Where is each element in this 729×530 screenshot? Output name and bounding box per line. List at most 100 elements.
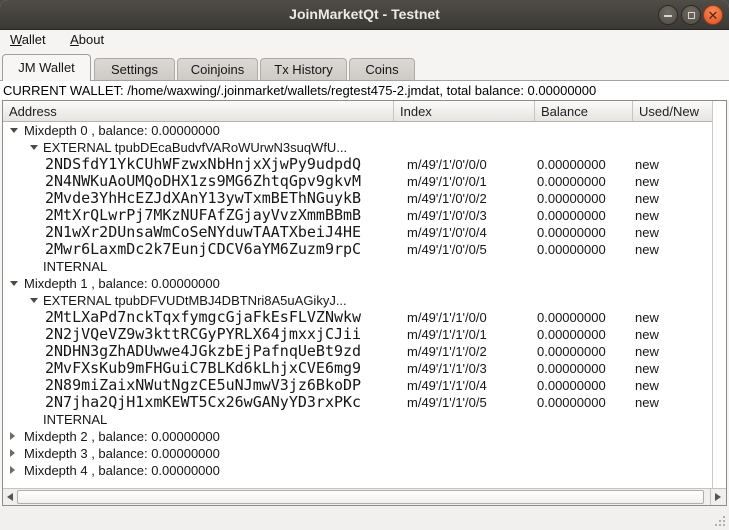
column-header-index[interactable]: Index — [394, 101, 535, 122]
table-row[interactable]: 2NDSfdY1YkCUhWFzwxNbHnjxXjwPy9udpdQ m/49… — [3, 156, 712, 173]
mixdepth-label: Mixdepth 0 , balance: 0.00000000 — [3, 122, 220, 139]
index-cell: m/49'/1'/1'/0/1 — [394, 326, 535, 343]
index-cell: m/49'/1'/1'/0/4 — [394, 377, 535, 394]
status-bar — [0, 506, 729, 530]
tab-jm-wallet[interactable]: JM Wallet — [2, 54, 91, 81]
balance-cell: 0.00000000 — [535, 343, 633, 360]
expander-collapsed-icon[interactable] — [10, 432, 15, 440]
menu-wallet[interactable]: Wallet — [0, 30, 56, 52]
tree-row-branch-external[interactable]: EXTERNAL tpubDFVUDtMBJ4DBTNri8A5uAGikyJ.… — [3, 292, 712, 309]
tree-row-branch-external[interactable]: EXTERNAL tpubDEcaBudvfVARoWUrwN3suqWfU..… — [3, 139, 712, 156]
address-cell: 2NDSfdY1YkCUhWFzwxNbHnjxXjwPy9udpdQ — [3, 156, 394, 173]
table-row[interactable]: 2N1wXr2DUnsaWmCoSeNYduwTAATXbeiJ4HE m/49… — [3, 224, 712, 241]
branch-label: EXTERNAL tpubDFVUDtMBJ4DBTNri8A5uAGikyJ.… — [3, 292, 347, 309]
horizontal-scrollbar[interactable] — [3, 488, 726, 505]
used-cell: new — [633, 241, 710, 258]
address-cell: 2N2jVQeVZ9w3kttRCGyPYRLX64jmxxjCJii — [3, 326, 394, 343]
column-header-balance[interactable]: Balance — [535, 101, 633, 122]
expander-collapsed-icon[interactable] — [10, 466, 15, 474]
address-cell: 2N89miZaixNWutNgzCE5uNJmwV3jz6BkoDP — [3, 377, 394, 394]
maximize-icon — [688, 12, 695, 19]
current-wallet-label: CURRENT WALLET: /home/waxwing/.joinmarke… — [0, 81, 729, 100]
tree-row-mixdepth-2[interactable]: Mixdepth 2 , balance: 0.00000000 — [3, 428, 712, 445]
used-cell: new — [633, 343, 710, 360]
tab-tx-history[interactable]: Tx History — [260, 58, 347, 80]
scrollbar-divider — [710, 489, 711, 505]
used-cell: new — [633, 156, 710, 173]
address-cell: 2MvFXsKub9mFHGuiC7BLKd6kLhjxCVE6mg9 — [3, 360, 394, 377]
table-row[interactable]: 2NDHN3gZhADUwwe4JGkzbEjPafnqUeBt9zd m/49… — [3, 343, 712, 360]
table-row[interactable]: 2Mwr6LaxmDc2k7EunjCDCV6aYM6Zuzm9rpC m/49… — [3, 241, 712, 258]
app-window: JoinMarketQt - Testnet ✕ Wallet About JM… — [0, 0, 729, 530]
address-cell: 2NDHN3gZhADUwwe4JGkzbEjPafnqUeBt9zd — [3, 343, 394, 360]
balance-cell: 0.00000000 — [535, 207, 633, 224]
tab-settings[interactable]: Settings — [94, 58, 175, 80]
address-cell: 2N4NWKuAoUMQoDHX1zs9MG6ZhtqGpv9gkvM — [3, 173, 394, 190]
address-cell: 2Mvde3YhHcEZJdXAnY13ywTxmBEThNGuykB — [3, 190, 394, 207]
maximize-button[interactable] — [681, 5, 701, 25]
menu-wallet-rest: allet — [22, 32, 46, 47]
index-cell: m/49'/1'/0'/0/5 — [394, 241, 535, 258]
expander-expanded-icon[interactable] — [10, 281, 18, 286]
balance-cell: 0.00000000 — [535, 326, 633, 343]
index-cell: m/49'/1'/1'/0/5 — [394, 394, 535, 411]
used-cell: new — [633, 207, 710, 224]
tree-row-mixdepth-1[interactable]: Mixdepth 1 , balance: 0.00000000 — [3, 275, 712, 292]
tree-viewport: Mixdepth 0 , balance: 0.00000000 EXTERNA… — [3, 122, 712, 488]
table-row[interactable]: 2MtLXaPd7nckTqxfymgcGjaFkEsFLVZNwkw m/49… — [3, 309, 712, 326]
tree-row-branch-internal[interactable]: INTERNAL — [3, 258, 712, 275]
index-cell: m/49'/1'/0'/0/4 — [394, 224, 535, 241]
menubar: Wallet About — [0, 30, 729, 52]
index-cell: m/49'/1'/1'/0/0 — [394, 309, 535, 326]
tab-coins[interactable]: Coins — [349, 58, 415, 80]
table-row[interactable]: 2Mvde3YhHcEZJdXAnY13ywTxmBEThNGuykB m/49… — [3, 190, 712, 207]
expander-expanded-icon[interactable] — [30, 145, 38, 150]
close-button[interactable]: ✕ — [703, 5, 723, 25]
scroll-left-icon[interactable] — [7, 493, 13, 501]
mixdepth-label: Mixdepth 4 , balance: 0.00000000 — [3, 462, 220, 479]
mixdepth-label: Mixdepth 3 , balance: 0.00000000 — [3, 445, 220, 462]
expander-collapsed-icon[interactable] — [10, 449, 15, 457]
used-cell: new — [633, 377, 710, 394]
scrollbar-thumb[interactable] — [17, 490, 704, 504]
minimize-icon — [664, 15, 672, 17]
column-header-address[interactable]: Address — [3, 101, 394, 122]
tab-coinjoins[interactable]: Coinjoins — [177, 58, 258, 80]
tree-row-branch-internal[interactable]: INTERNAL — [3, 411, 712, 428]
menu-about-accel: A — [70, 32, 79, 47]
used-cell: new — [633, 360, 710, 377]
used-cell: new — [633, 394, 710, 411]
tree-row-mixdepth-4[interactable]: Mixdepth 4 , balance: 0.00000000 — [3, 462, 712, 479]
wallet-tree: Address Index Balance Used/New Mixdepth … — [2, 100, 727, 506]
minimize-button[interactable] — [658, 5, 678, 25]
expander-expanded-icon[interactable] — [30, 298, 38, 303]
address-cell: 2MtLXaPd7nckTqxfymgcGjaFkEsFLVZNwkw — [3, 309, 394, 326]
table-row[interactable]: 2MtXrQLwrPj7MKzNUFAfZGjayVvzXmmBBmB m/49… — [3, 207, 712, 224]
table-row[interactable]: 2N4NWKuAoUMQoDHX1zs9MG6ZhtqGpv9gkvM m/49… — [3, 173, 712, 190]
balance-cell: 0.00000000 — [535, 190, 633, 207]
address-cell: 2Mwr6LaxmDc2k7EunjCDCV6aYM6Zuzm9rpC — [3, 241, 394, 258]
tree-row-mixdepth-3[interactable]: Mixdepth 3 , balance: 0.00000000 — [3, 445, 712, 462]
titlebar[interactable]: JoinMarketQt - Testnet ✕ — [0, 0, 729, 30]
scroll-right-icon[interactable] — [715, 493, 721, 501]
column-header-used-new[interactable]: Used/New — [633, 101, 712, 122]
table-row[interactable]: 2N7jha2QjH1xmKEWT5Cx26wGANyYD3rxPKc m/49… — [3, 394, 712, 411]
window-title: JoinMarketQt - Testnet — [0, 0, 729, 29]
menu-about[interactable]: About — [60, 30, 114, 52]
address-cell: 2N1wXr2DUnsaWmCoSeNYduwTAATXbeiJ4HE — [3, 224, 394, 241]
table-row[interactable]: 2MvFXsKub9mFHGuiC7BLKd6kLhjxCVE6mg9 m/49… — [3, 360, 712, 377]
expander-expanded-icon[interactable] — [10, 128, 18, 133]
balance-cell: 0.00000000 — [535, 360, 633, 377]
vertical-scrollbar-gutter — [712, 101, 726, 488]
tree-row-mixdepth-0[interactable]: Mixdepth 0 , balance: 0.00000000 — [3, 122, 712, 139]
index-cell: m/49'/1'/0'/0/3 — [394, 207, 535, 224]
menu-wallet-accel: W — [10, 32, 22, 47]
index-cell: m/49'/1'/1'/0/2 — [394, 343, 535, 360]
close-icon: ✕ — [704, 7, 722, 24]
table-row[interactable]: 2N2jVQeVZ9w3kttRCGyPYRLX64jmxxjCJii m/49… — [3, 326, 712, 343]
resize-grip-icon[interactable] — [713, 514, 725, 526]
balance-cell: 0.00000000 — [535, 309, 633, 326]
balance-cell: 0.00000000 — [535, 224, 633, 241]
table-row[interactable]: 2N89miZaixNWutNgzCE5uNJmwV3jz6BkoDP m/49… — [3, 377, 712, 394]
used-cell: new — [633, 326, 710, 343]
